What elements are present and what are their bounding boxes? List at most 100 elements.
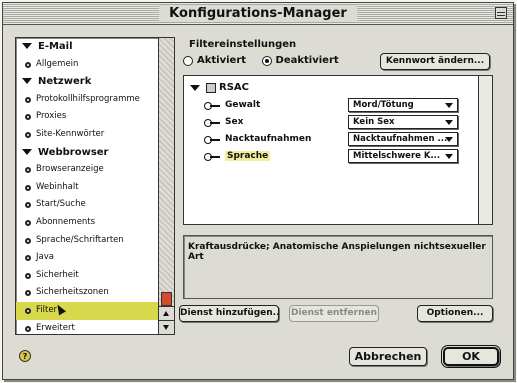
gewalt-popup[interactable]: Mord/Tötung	[348, 98, 458, 112]
sidebar-item-label: Sicherheit	[36, 269, 79, 280]
sidebar-item[interactable]: Abonnements	[16, 214, 158, 232]
popup-value: Nacktaufnahmen ...	[353, 134, 448, 144]
options-button[interactable]: Optionen...	[417, 305, 493, 322]
disclosure-triangle-icon[interactable]	[22, 43, 32, 49]
sidebar-item-label: Netzwerk	[38, 76, 92, 88]
sprache-popup[interactable]: Mittelschwere K...	[348, 149, 458, 163]
sidebar-group[interactable]: Netzwerk	[16, 73, 158, 91]
config-manager-window: Konfigurations-Manager E-Mail Allgemein Ne…	[2, 2, 514, 380]
scroll-thumb[interactable]	[161, 292, 172, 306]
sidebar-item[interactable]: Webinhalt	[16, 179, 158, 197]
row-label: Gewalt	[225, 100, 261, 110]
sidebar-item-label: Sicherheitszonen	[36, 287, 109, 298]
tree-row-gewalt[interactable]: Gewalt	[204, 98, 260, 112]
sidebar-item-label: Webinhalt	[36, 181, 79, 192]
popup-arrow-icon	[445, 103, 453, 108]
sidebar-item-label: E-Mail	[38, 41, 73, 52]
sidebar-item-label: Java	[36, 252, 54, 263]
add-service-button[interactable]: Dienst hinzufügen...	[179, 305, 279, 322]
radio-deactivated-label: Deaktiviert	[275, 55, 339, 66]
row-label: Nacktaufnahmen	[225, 134, 312, 144]
collapse-icon[interactable]	[495, 7, 507, 19]
sidebar-item[interactable]: Site-Kennwörter	[16, 126, 158, 144]
tree-root[interactable]: RSAC	[190, 82, 249, 93]
sidebar-item-label: Proxies	[36, 111, 67, 122]
sidebar-item-label: Site-Kennwörter	[36, 128, 105, 139]
sex-popup[interactable]: Kein Sex	[348, 115, 458, 129]
scroll-up-arrow-icon[interactable]	[159, 306, 174, 320]
sidebar-item[interactable]: Start/Suche	[16, 196, 158, 214]
bullet-icon	[25, 255, 31, 262]
nacktaufnahmen-popup[interactable]: Nacktaufnahmen ...	[348, 132, 458, 146]
popup-value: Mord/Tötung	[353, 100, 414, 110]
tree-row-sex[interactable]: Sex	[204, 115, 243, 129]
cancel-button[interactable]: Abbrechen	[349, 347, 427, 366]
filter-radio-group: Aktiviert Deaktiviert	[183, 55, 351, 69]
sidebar-item[interactable]: Java	[16, 249, 158, 267]
section-title: Filtereinstellungen	[189, 39, 297, 50]
remove-service-button[interactable]: Dienst entfernen	[289, 305, 379, 322]
bullet-icon	[25, 61, 31, 68]
sidebar-item[interactable]: Sicherheitszonen	[16, 284, 158, 302]
tree-scrollbar[interactable]	[478, 76, 492, 224]
ok-button[interactable]: OK	[441, 345, 501, 368]
popup-value: Mittelschwere K...	[353, 151, 441, 161]
sidebar-item-label: Protokollhilfsprogramme	[36, 93, 140, 104]
disclosure-triangle-icon[interactable]	[22, 148, 32, 155]
bullet-icon	[25, 184, 31, 191]
radio-deactivated[interactable]: Deaktiviert	[261, 55, 339, 66]
bullet-icon	[25, 96, 31, 103]
bullet-icon	[25, 202, 31, 209]
sidebar-item[interactable]: Protokollhilfsprogramme	[16, 91, 158, 109]
sidebar-item-label: Erweitert	[36, 322, 75, 333]
sidebar-item[interactable]: Sprache/Schriftarten	[16, 232, 158, 250]
tree-root-label: RSAC	[219, 82, 249, 93]
sidebar-item[interactable]: Erweitert	[16, 320, 158, 335]
bullet-icon	[25, 237, 31, 244]
window-title: Konfigurations-Manager	[159, 5, 357, 22]
radio-dot-icon	[183, 55, 193, 66]
popup-arrow-icon	[445, 120, 453, 125]
row-label: Sprache	[225, 151, 271, 161]
bullet-icon	[25, 131, 31, 138]
rating-description: Kraftausdrücke; Anatomische Anspielungen…	[183, 235, 493, 299]
key-icon	[204, 101, 220, 110]
sidebar-scrollbar[interactable]	[158, 38, 174, 334]
help-icon[interactable]: ?	[19, 350, 31, 362]
disclosure-triangle-icon[interactable]	[22, 78, 32, 85]
title-bar[interactable]: Konfigurations-Manager	[3, 3, 513, 25]
sidebar-item-label: Webbrowser	[38, 146, 109, 158]
sidebar-group[interactable]: E-Mail	[16, 38, 158, 56]
key-icon	[204, 135, 220, 144]
sidebar-item-label: Start/Suche	[36, 199, 86, 210]
sidebar-item[interactable]: Allgemein	[16, 56, 158, 74]
bullet-icon	[25, 290, 31, 297]
key-icon	[204, 118, 220, 127]
radio-activated[interactable]: Aktiviert	[183, 55, 246, 66]
rsac-folder-icon	[206, 82, 216, 93]
disclosure-triangle-icon[interactable]	[190, 84, 200, 91]
sidebar-item[interactable]: Browseranzeige	[16, 161, 158, 179]
row-label: Sex	[225, 117, 244, 127]
sidebar-item[interactable]: Proxies	[16, 108, 158, 126]
bullet-icon	[25, 219, 31, 226]
scroll-down-arrow-icon[interactable]	[159, 320, 174, 334]
sidebar-item[interactable]: Sicherheit	[16, 267, 158, 285]
key-icon	[204, 152, 220, 161]
rating-tree: RSAC Gewalt Mord/Tötung Sex Kein Sex Nac…	[183, 75, 493, 225]
tree-row-nacktaufnahmen[interactable]: Nacktaufnahmen	[204, 132, 311, 146]
change-password-button[interactable]: Kennwort ändern...	[380, 53, 490, 70]
sidebar-item[interactable]: Filter	[16, 301, 158, 320]
tree-row-sprache[interactable]: Sprache	[204, 149, 271, 163]
sidebar-item-label: Allgemein	[36, 58, 79, 69]
bullet-icon	[25, 325, 31, 332]
sidebar-item-label: Sprache/Schriftarten	[36, 234, 124, 245]
bullet-icon	[25, 167, 31, 174]
sidebar-list: E-Mail Allgemein Netzwerk Protokollhilfspro…	[16, 38, 158, 334]
sidebar-group[interactable]: Webbrowser	[16, 144, 158, 162]
category-sidebar: E-Mail Allgemein Netzwerk Protokollhilfspro…	[15, 37, 175, 335]
popup-arrow-icon	[445, 137, 453, 142]
bullet-icon	[25, 307, 31, 314]
bullet-icon	[25, 114, 31, 121]
sidebar-item-label: Abonnements	[36, 216, 96, 227]
